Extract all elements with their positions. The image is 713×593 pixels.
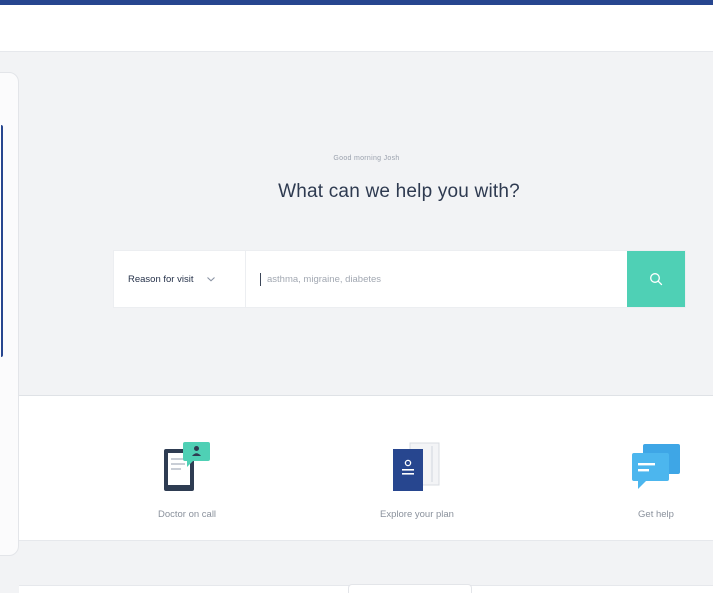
page-title: What can we help you with? <box>278 181 520 202</box>
doctor-on-call-icon <box>164 442 210 491</box>
search-icon <box>650 273 663 286</box>
greeting-text: Good morning Josh <box>333 155 400 162</box>
doctor-on-call-action[interactable]: Doctor on call <box>87 396 287 542</box>
get-help-label: Get help <box>638 509 674 520</box>
search-button[interactable] <box>627 251 685 307</box>
doctor-on-call-label: Doctor on call <box>157 509 217 520</box>
plan-booklet-icon <box>393 442 440 491</box>
chat-bubbles-icon <box>632 444 680 489</box>
get-help-action[interactable]: Get help <box>556 396 713 542</box>
header-bar <box>0 5 713 52</box>
text-caret <box>260 272 261 286</box>
explore-plan-action[interactable]: Explore your plan <box>317 396 517 542</box>
search-bar: Reason for visit <box>113 250 686 308</box>
sidebar-card-highlight <box>0 125 3 357</box>
chevron-down-icon <box>207 277 216 282</box>
reason-for-visit-dropdown[interactable]: Reason for visit <box>114 251 246 307</box>
bottom-tab <box>348 584 472 593</box>
search-input[interactable] <box>266 273 627 285</box>
page: Good morning Josh What can we help you w… <box>0 0 713 593</box>
search-field <box>246 251 627 307</box>
quick-actions-panel: Doctor on call Explore your plan Get hel… <box>19 395 713 541</box>
explore-plan-label: Explore your plan <box>380 509 454 520</box>
reason-for-visit-label: Reason for visit <box>128 273 194 285</box>
